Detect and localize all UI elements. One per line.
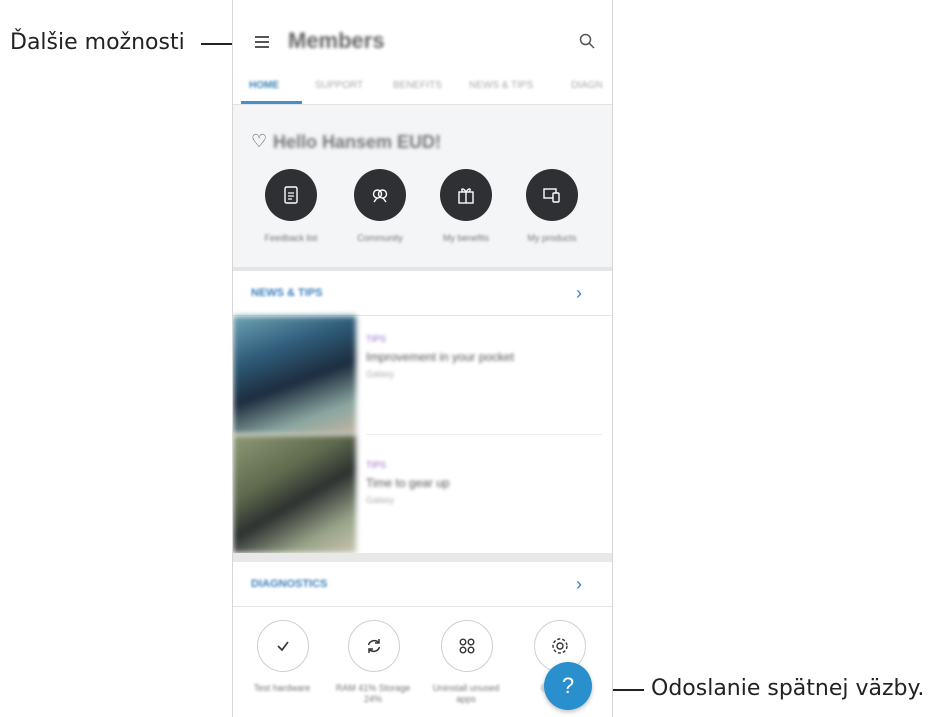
test-hardware-label: Test hardware bbox=[253, 683, 311, 693]
search-icon[interactable] bbox=[579, 33, 595, 49]
app-bar: Members HOME SUPPORT BENEFITS NEWS & TIP… bbox=[233, 0, 612, 105]
news-title: Improvement in your pocket bbox=[366, 350, 515, 364]
check-icon bbox=[277, 641, 289, 652]
tab-news-tips[interactable]: NEWS & TIPS bbox=[469, 80, 533, 91]
diagnostics-section-header[interactable]: DIAGNOSTICS › bbox=[233, 562, 612, 607]
news-tag: TIPS bbox=[366, 460, 387, 470]
greeting-text: Hello Hansem EUD! bbox=[273, 132, 442, 152]
greeting-panel: ♡ Hello Hansem EUD! Feedback list Commun… bbox=[233, 105, 612, 271]
callout-more-options: Ďalšie možnosti bbox=[10, 30, 185, 55]
memory-label: RAM 41% Storage 24% bbox=[335, 683, 411, 704]
news-section-title: NEWS & TIPS bbox=[251, 287, 323, 299]
tab-indicator bbox=[241, 101, 302, 104]
app-title: Members bbox=[288, 28, 385, 53]
tab-bar: HOME SUPPORT BENEFITS NEWS & TIPS DIAGN bbox=[233, 72, 612, 104]
news-subtitle: Galaxy bbox=[366, 495, 395, 505]
settings-icon bbox=[552, 638, 568, 654]
apps-icon bbox=[459, 638, 475, 654]
products-label: My products bbox=[527, 233, 577, 243]
feedback-label: Feedback list bbox=[264, 233, 318, 243]
tab-home[interactable]: HOME bbox=[249, 80, 279, 91]
news-image[interactable] bbox=[233, 316, 356, 434]
community-icon bbox=[372, 189, 388, 203]
callout-send-feedback: Odoslanie spätnej väzby. bbox=[651, 676, 925, 701]
tab-benefits[interactable]: BENEFITS bbox=[393, 80, 442, 91]
help-icon: ? bbox=[561, 673, 575, 698]
community-label: Community bbox=[357, 233, 403, 243]
phone-screen: Members HOME SUPPORT BENEFITS NEWS & TIP… bbox=[232, 0, 613, 717]
uninstall-apps-label: Uninstall unused apps bbox=[432, 683, 500, 704]
products-button[interactable] bbox=[526, 169, 578, 221]
news-title: Time to gear up bbox=[366, 476, 450, 490]
news-divider bbox=[366, 434, 602, 435]
devices-icon bbox=[543, 188, 560, 203]
news-tag: TIPS bbox=[366, 334, 387, 344]
benefits-button[interactable] bbox=[440, 169, 492, 221]
community-button[interactable] bbox=[354, 169, 406, 221]
section-divider bbox=[233, 553, 612, 562]
news-item[interactable]: TIPS Improvement in your pocket Galaxy bbox=[366, 334, 514, 380]
benefits-label: My benefits bbox=[442, 233, 490, 243]
chevron-right-icon: › bbox=[576, 283, 582, 303]
send-feedback-button[interactable]: ? bbox=[544, 662, 592, 710]
news-list: TIPS Improvement in your pocket Galaxy T… bbox=[233, 316, 612, 553]
news-image[interactable] bbox=[233, 435, 356, 553]
refresh-icon bbox=[367, 639, 381, 653]
news-subtitle: Galaxy bbox=[366, 369, 395, 379]
feedback-button[interactable] bbox=[265, 169, 317, 221]
chevron-right-icon: › bbox=[576, 574, 582, 594]
memory-button[interactable] bbox=[348, 620, 400, 672]
news-item[interactable]: TIPS Time to gear up Galaxy bbox=[366, 460, 450, 506]
gift-icon bbox=[458, 188, 474, 204]
heart-person-icon: ♡ bbox=[251, 131, 268, 151]
diagnostics-section-title: DIAGNOSTICS bbox=[251, 578, 328, 590]
test-hardware-button[interactable] bbox=[257, 620, 309, 672]
news-section-header[interactable]: NEWS & TIPS › bbox=[233, 271, 612, 316]
uninstall-apps-button[interactable] bbox=[441, 620, 493, 672]
menu-icon[interactable] bbox=[255, 34, 273, 50]
tab-support[interactable]: SUPPORT bbox=[315, 80, 363, 91]
tab-diagnostics[interactable]: DIAGN bbox=[571, 80, 603, 91]
document-icon bbox=[284, 186, 298, 204]
